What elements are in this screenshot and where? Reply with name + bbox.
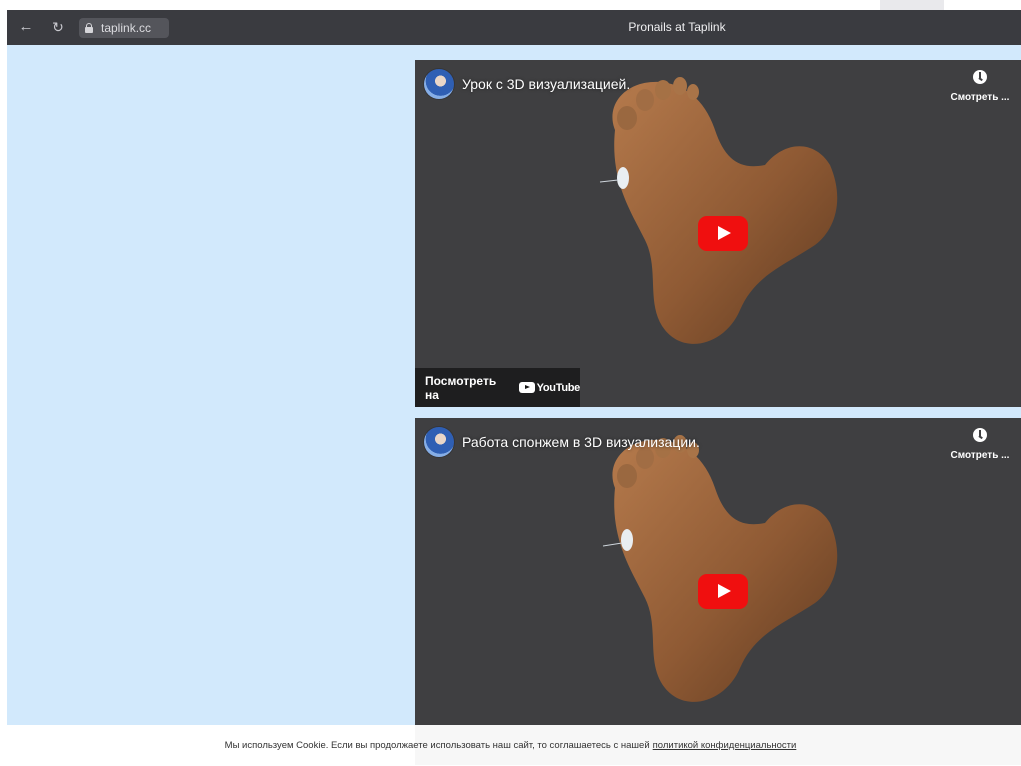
cookie-banner: Мы используем Cookie. Если вы продолжает…: [0, 725, 1021, 766]
youtube-logo: YouTube: [518, 381, 581, 394]
foot-3d-render: [602, 435, 838, 702]
watch-later-label: Смотреть ...: [950, 450, 1010, 461]
video-embed-2[interactable]: Работа спонжем в 3D визуализации. Смотре…: [415, 418, 1021, 765]
page-title: Pronails at Taplink: [628, 20, 726, 34]
watch-later-label: Смотреть ...: [950, 92, 1010, 103]
foot-3d-render: [599, 77, 838, 344]
channel-avatar[interactable]: [424, 427, 454, 457]
play-button[interactable]: [698, 574, 748, 609]
browser-bar: ← ↻ taplink.cc Pronails at Taplink: [7, 10, 1021, 45]
video-title[interactable]: Работа спонжем в 3D визуализации.: [462, 434, 700, 450]
cookie-text: Мы используем Cookie. Если вы продолжает…: [224, 740, 650, 751]
video-header: Урок с 3D визуализацией.: [424, 69, 630, 99]
reload-icon[interactable]: ↻: [49, 18, 67, 36]
url-text: taplink.cc: [101, 21, 152, 35]
video-title[interactable]: Урок с 3D визуализацией.: [462, 76, 630, 92]
youtube-logo-text: YouTube: [536, 381, 581, 394]
watch-later-button[interactable]: Смотреть ...: [945, 428, 1015, 463]
page-content: Урок с 3D визуализацией. Смотреть ... По…: [7, 45, 1021, 765]
video-header: Работа спонжем в 3D визуализации.: [424, 427, 700, 457]
watch-on-label: Посмотреть на: [425, 373, 497, 402]
watch-later-button[interactable]: Смотреть ...: [945, 70, 1015, 105]
video-embed-1[interactable]: Урок с 3D визуализацией. Смотреть ... По…: [415, 60, 1021, 407]
clock-icon: [973, 70, 987, 84]
play-button[interactable]: [698, 216, 748, 251]
top-strip: [0, 0, 1021, 10]
watch-on-youtube-button[interactable]: Посмотреть на YouTube: [415, 368, 580, 407]
url-bar[interactable]: taplink.cc: [79, 18, 169, 38]
privacy-policy-link[interactable]: политикой конфиденциальности: [653, 740, 797, 751]
browser-tab[interactable]: [880, 0, 944, 10]
channel-avatar[interactable]: [424, 69, 454, 99]
arrow-left-icon[interactable]: ←: [17, 18, 35, 36]
youtube-icon: [518, 382, 535, 393]
clock-icon: [973, 428, 987, 442]
lock-icon: [85, 23, 93, 33]
